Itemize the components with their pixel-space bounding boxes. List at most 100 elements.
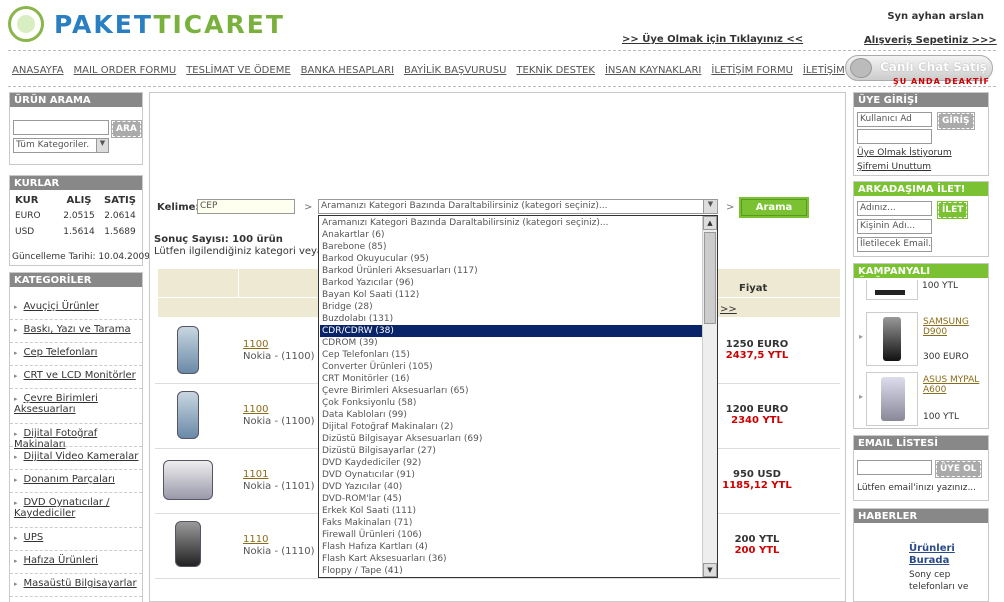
category-item[interactable]: ▸ Çevre Birimleri Aksesuarları <box>10 389 142 424</box>
dropdown-option[interactable]: DVD Yazıcılar (40) <box>320 481 702 493</box>
nav-dealer[interactable]: BAYİLİK BAŞVURUSU <box>404 65 506 79</box>
nav-bank[interactable]: BANKA HESAPLARI <box>301 65 394 79</box>
dropdown-option[interactable]: CDROM (39) <box>320 337 702 349</box>
nav-delivery[interactable]: TESLİMAT VE ÖDEME <box>186 65 290 79</box>
keyword-input[interactable]: CEP <box>197 199 295 214</box>
dropdown-option[interactable]: Bayan Kol Saati (112) <box>320 289 702 301</box>
nav-home[interactable]: ANASAYFA <box>12 65 64 79</box>
chat-status: ŞU ANDA DEAKTİF <box>893 77 990 86</box>
phone-image[interactable] <box>177 326 199 374</box>
product-code-link[interactable]: 1101 <box>243 469 268 480</box>
category-item[interactable]: ▸ DVD Oynatıcılar / Kaydediciler <box>10 493 142 528</box>
category-item[interactable]: ▸ Baskı, Yazı ve Tarama <box>10 320 142 343</box>
category-item[interactable]: ▸ Donanım Parçaları <box>10 470 142 493</box>
dropdown-option[interactable]: Bridge (28) <box>320 301 702 313</box>
dropdown-option[interactable]: Dijital Fotoğraf Makinaları (2) <box>320 421 702 433</box>
register-link[interactable]: Üye Olmak İstiyorum <box>857 148 952 158</box>
dropdown-option[interactable]: Cep Telefonları (15) <box>320 349 702 361</box>
scroll-down-icon[interactable]: ▼ <box>703 563 717 577</box>
divider <box>8 86 996 87</box>
product-code-link[interactable]: 1100 <box>243 404 268 415</box>
arrow-icon: ▸ <box>14 499 18 507</box>
scroll-up-icon[interactable]: ▲ <box>703 216 717 230</box>
arrow-icon: ▸ <box>14 395 18 403</box>
shopping-cart-link[interactable]: Alışveriş Sepetiniz >>> <box>864 35 997 46</box>
category-filter-select[interactable]: Aramanızı Kategori Bazında Daraltabilirs… <box>318 199 718 214</box>
campaign-product-link[interactable]: ASUS MYPAL A600 <box>923 375 988 395</box>
nav-contact-form[interactable]: İLETİŞİM FORMU <box>711 65 793 79</box>
news-headline-link[interactable]: Ürünleri Burada <box>909 543 969 567</box>
arrow-icon: ▸ <box>14 349 18 357</box>
category-dropdown-list[interactable]: Aramanızı Kategori Bazında Daraltabilirs… <box>318 215 718 578</box>
category-item[interactable]: ▸ UPS <box>10 528 142 551</box>
scroll-thumb[interactable] <box>704 232 716 324</box>
search-input[interactable] <box>13 120 109 135</box>
nav-hr[interactable]: İNSAN KAYNAKLARI <box>605 65 701 79</box>
phone-image[interactable] <box>177 391 199 439</box>
dropdown-option[interactable]: CRT Monitörler (16) <box>320 373 702 385</box>
product-code-link[interactable]: 1110 <box>243 534 268 545</box>
product-code-link[interactable]: 1100 <box>243 339 268 350</box>
phone-image[interactable] <box>175 521 201 567</box>
username-input[interactable]: Kullanıcı Ad <box>857 112 932 127</box>
dropdown-option[interactable]: Erkek Kol Saati (111) <box>320 505 702 517</box>
dropdown-option[interactable]: Çok Fonksiyonlu (58) <box>320 397 702 409</box>
scrollbar[interactable]: ▲ ▼ <box>702 216 717 577</box>
category-item[interactable]: ▸ Dijital Video Kameralar <box>10 447 142 470</box>
category-item[interactable]: ▸ Hafıza Ürünleri <box>10 551 142 574</box>
dropdown-option[interactable]: DVD Kaydediciler (92) <box>320 457 702 469</box>
nav-support[interactable]: TEKNİK DESTEK <box>516 65 595 79</box>
become-member-link[interactable]: >> Üye Olmak için Tıklayınız << <box>622 34 803 45</box>
dropdown-option[interactable]: Converter Ürünleri (105) <box>320 361 702 373</box>
nav-contact[interactable]: İLETİŞİM <box>803 65 845 79</box>
next-page-link[interactable]: >> <box>720 304 737 315</box>
product-name: Nokia - (1100) <box>243 416 315 427</box>
category-item[interactable]: ▸ CRT ve LCD Monitörler <box>10 366 142 389</box>
recipient-email-input[interactable]: İletilecek Email.. <box>857 237 932 252</box>
rates-updated: Güncelleme Tarihi: 10.04.2009 <box>12 252 150 262</box>
dropdown-option[interactable]: Anakartlar (6) <box>320 229 702 241</box>
dropdown-option[interactable]: DVD Oynatıcılar (91) <box>320 469 702 481</box>
dropdown-option[interactable]: Faks Makinaları (71) <box>320 517 702 529</box>
dropdown-option[interactable]: Floppy / Tape (41) <box>320 565 702 577</box>
category-item[interactable]: ▸ Masaüstü Bilgisayarlar <box>10 574 142 597</box>
campaign-product-link[interactable]: SAMSUNG D900 <box>923 317 983 337</box>
subscribe-button[interactable]: ÜYE OL <box>935 460 982 478</box>
dropdown-option[interactable]: CDR/CDRW (38) <box>320 325 702 337</box>
dropdown-option[interactable]: Barkod Okuyucular (95) <box>320 253 702 265</box>
dropdown-option[interactable]: Buzdolabı (131) <box>320 313 702 325</box>
category-item[interactable]: ▸ Avuçiçi Ürünler <box>10 297 142 320</box>
dropdown-option[interactable]: Barkod Yazıcılar (96) <box>320 277 702 289</box>
search-button[interactable]: ARA <box>111 120 142 138</box>
forgot-password-link[interactable]: Şifremi Unuttum <box>857 162 931 172</box>
login-button[interactable]: GİRİŞ <box>937 112 975 130</box>
dropdown-option[interactable]: Dizüstü Bilgisayarlar (27) <box>320 445 702 457</box>
recipient-name-input[interactable]: Kişinin Adı... <box>857 219 932 234</box>
category-select[interactable]: Tüm Kategoriler. ▼ <box>13 138 109 153</box>
search-submit-button[interactable]: Arama <box>739 197 809 218</box>
dropdown-option[interactable]: Aramanızı Kategori Bazında Daraltabilirs… <box>320 217 702 229</box>
product-price-ytl: 1185,12 YTL <box>722 480 792 491</box>
password-input[interactable] <box>857 129 932 144</box>
category-item[interactable]: ▸ Dijital Fotoğraf Makinaları <box>10 424 142 450</box>
campaign-image[interactable] <box>866 312 918 366</box>
dropdown-option[interactable]: Barebone (85) <box>320 241 702 253</box>
campaign-image[interactable] <box>866 372 918 426</box>
dropdown-option[interactable]: Çevre Birimleri Aksesuarları (65) <box>320 385 702 397</box>
arrow-icon: ▸ <box>14 557 18 565</box>
dropdown-option[interactable]: Barkod Ürünleri Aksesuarları (117) <box>320 265 702 277</box>
send-button[interactable]: İLET <box>936 201 969 219</box>
phone-image[interactable] <box>163 460 213 500</box>
newsletter-email-input[interactable] <box>857 460 932 475</box>
dropdown-option[interactable]: DVD-ROM'lar (45) <box>320 493 702 505</box>
dropdown-option[interactable]: Firewall Ürünleri (106) <box>320 529 702 541</box>
dropdown-option[interactable]: Flash Kart Aksesuarları (36) <box>320 553 702 565</box>
category-item[interactable]: ▸ Cep Telefonları <box>10 343 142 366</box>
site-logo[interactable]: PAKETTICARET <box>8 6 283 42</box>
nav-mail-order[interactable]: MAIL ORDER FORMU <box>74 65 177 79</box>
dropdown-option[interactable]: Dizüstü Bilgisayar Aksesuarları (69) <box>320 433 702 445</box>
dropdown-option[interactable]: Data Kabloları (99) <box>320 409 702 421</box>
panel-title: ARKADAŞIMA İLET! <box>854 182 988 197</box>
dropdown-option[interactable]: Flash Hafıza Kartları (4) <box>320 541 702 553</box>
sender-name-input[interactable]: Adınız... <box>857 201 932 216</box>
